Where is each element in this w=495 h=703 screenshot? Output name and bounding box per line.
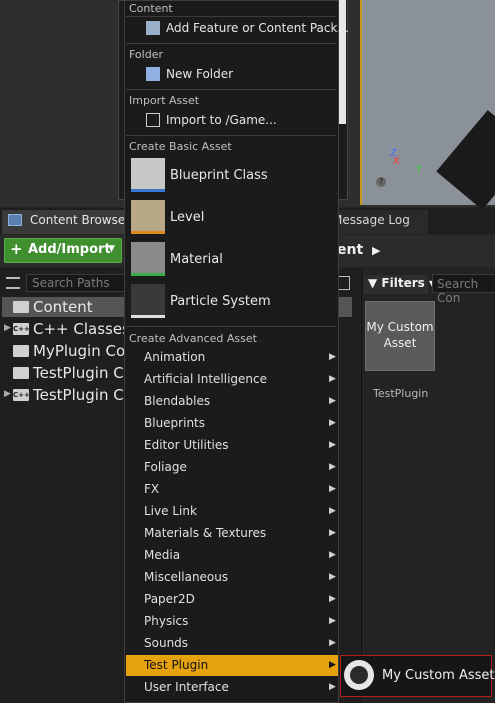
folder-icon xyxy=(13,367,29,379)
tree-item-myplugin[interactable]: MyPlugin Cor xyxy=(33,342,131,360)
menu-item-fx[interactable]: FX xyxy=(144,482,159,496)
menu-item-test-plugin[interactable]: Test Plugin xyxy=(144,658,208,672)
menu-item-sounds[interactable]: Sounds xyxy=(144,636,188,650)
divider xyxy=(126,135,336,136)
chevron-right-icon: ▶ xyxy=(329,374,336,384)
import-icon xyxy=(146,113,160,127)
divider xyxy=(126,43,336,44)
help-icon[interactable]: ? xyxy=(376,177,386,187)
chevron-right-icon: ▶ xyxy=(329,594,336,604)
menu-item-particle-system[interactable]: Particle System xyxy=(170,294,271,309)
chevron-right-icon: ▶ xyxy=(329,462,336,472)
chevron-right-icon: ▶ xyxy=(329,638,336,648)
menu-item-foliage[interactable]: Foliage xyxy=(144,460,187,474)
axis-y-label: Y xyxy=(416,164,423,175)
content-browser-icon xyxy=(8,214,22,226)
chevron-right-icon: ▶ xyxy=(329,506,336,516)
asset-folder-label: TestPlugin xyxy=(373,387,429,400)
tree-item-testplugin-content[interactable]: TestPlugin Co xyxy=(33,364,133,382)
menu-item-blueprint-class[interactable]: Blueprint Class xyxy=(170,168,268,183)
chevron-right-icon: ▶ xyxy=(329,396,336,406)
divider xyxy=(126,16,336,17)
filters-label: ▼ Filters ▾ xyxy=(368,276,435,290)
menu-item-artificial-intelligence[interactable]: Artificial Intelligence xyxy=(144,372,267,386)
filters-text: Filters xyxy=(381,276,425,290)
chevron-right-icon: ▶ xyxy=(329,682,336,692)
folder-icon xyxy=(13,345,29,357)
material-icon xyxy=(131,242,165,276)
chevron-right-icon: ▶ xyxy=(329,572,336,582)
folder-icon xyxy=(13,301,29,313)
search-content-placeholder: Search Con xyxy=(437,277,479,305)
menu-item-add-feature[interactable]: Add Feature or Content Pack... xyxy=(166,21,349,35)
chevron-down-icon: ▼ xyxy=(108,244,115,254)
menu-item-material[interactable]: Material xyxy=(170,252,223,267)
new-folder-icon xyxy=(146,67,160,81)
menu-item-editor-utilities[interactable]: Editor Utilities xyxy=(144,438,229,452)
chevron-right-icon: ▶ xyxy=(329,484,336,494)
cpp-folder-icon: C++ xyxy=(13,323,30,335)
divider xyxy=(126,89,336,90)
menu-item-materials-textures[interactable]: Materials & Textures xyxy=(144,526,266,540)
custom-asset-icon-center xyxy=(350,666,368,684)
axis-x-label: X xyxy=(393,156,400,167)
expand-arrow-icon[interactable]: ▶ xyxy=(4,323,11,333)
search-paths-placeholder: Search Paths xyxy=(32,276,110,290)
level-icon xyxy=(131,200,165,234)
section-header-advanced: Create Advanced Asset xyxy=(129,332,257,345)
chevron-right-icon: ▶ xyxy=(329,528,336,538)
tree-item-content[interactable]: Content xyxy=(33,298,93,316)
submenu-item-my-custom-asset[interactable]: My Custom Asset xyxy=(382,668,495,683)
tab-message-log-label: Message Log xyxy=(332,213,410,227)
menu-item-physics[interactable]: Physics xyxy=(144,614,188,628)
tree-item-testplugin-cpp[interactable]: TestPlugin C+ xyxy=(33,386,136,404)
menu-item-live-link[interactable]: Live Link xyxy=(144,504,197,518)
menu-item-blendables[interactable]: Blendables xyxy=(144,394,210,408)
menu-item-media[interactable]: Media xyxy=(144,548,180,562)
tree-item-cpp-classes[interactable]: C++ Classes xyxy=(33,320,130,338)
asset-tile-name: My Custom Asset xyxy=(366,320,434,350)
menu-item-paper2d[interactable]: Paper2D xyxy=(144,592,195,606)
tab-content-browser-label: Content Browser xyxy=(30,213,131,227)
menu-item-blueprints[interactable]: Blueprints xyxy=(144,416,205,430)
menu-item-import[interactable]: Import to /Game... xyxy=(166,113,277,127)
section-header-import: Import Asset xyxy=(129,94,200,107)
chevron-right-icon: ▶ xyxy=(329,440,336,450)
chevron-right-icon: ▶ xyxy=(329,660,336,670)
divider xyxy=(126,326,336,327)
menu-item-user-interface[interactable]: User Interface xyxy=(144,680,229,694)
add-import-label: Add/Import xyxy=(28,242,111,257)
blueprint-class-icon xyxy=(131,158,165,192)
cpp-folder-icon: C++ xyxy=(13,389,30,401)
menu-item-new-folder[interactable]: New Folder xyxy=(166,67,233,81)
particle-system-icon xyxy=(131,284,165,318)
chevron-right-icon[interactable]: ▶ xyxy=(372,244,380,257)
chevron-right-icon: ▶ xyxy=(329,550,336,560)
expand-arrow-icon[interactable]: ▶ xyxy=(4,389,11,399)
chevron-right-icon: ▶ xyxy=(329,352,336,362)
section-header-content: Content xyxy=(129,2,173,15)
menu-item-level[interactable]: Level xyxy=(170,210,204,225)
plus-icon: + xyxy=(10,240,23,258)
section-header-basic: Create Basic Asset xyxy=(129,140,232,153)
chevron-right-icon: ▶ xyxy=(329,418,336,428)
chevron-right-icon: ▶ xyxy=(329,616,336,626)
menu-item-animation[interactable]: Animation xyxy=(144,350,205,364)
section-header-folder: Folder xyxy=(129,48,163,61)
menu-item-miscellaneous[interactable]: Miscellaneous xyxy=(144,570,228,584)
list-icon[interactable] xyxy=(6,277,20,289)
breadcrumb[interactable]: ent xyxy=(337,242,363,258)
feature-pack-icon xyxy=(146,21,160,35)
scrollbar[interactable] xyxy=(339,0,346,124)
